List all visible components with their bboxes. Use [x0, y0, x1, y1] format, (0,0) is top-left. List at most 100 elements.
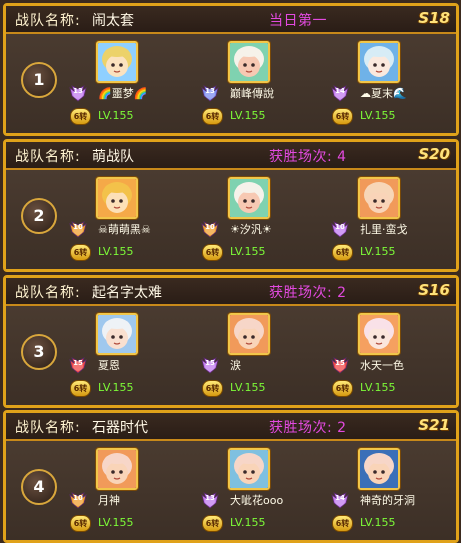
rank-badge-number: 10 — [73, 223, 83, 231]
team-card[interactable]: 战队名称: 萌战队 获胜场次: 4 S20 2 10 ☠萌萌黑☠ 6转 LV.1… — [3, 139, 459, 272]
team-card[interactable]: 战队名称: 石器时代 获胜场次: 2 S21 4 10 月神 6转 LV.155 — [3, 410, 459, 543]
team-body: 2 10 ☠萌萌黑☠ 6转 LV.155 10 ☀汐汎☀ 6转 LV.155 1… — [6, 170, 456, 269]
team-member[interactable]: 15 涙 6转 LV.155 — [200, 306, 340, 406]
team-member[interactable]: 10 ☠萌萌黑☠ 6转 LV.155 — [68, 170, 208, 270]
member-name: 涙 — [230, 359, 241, 372]
team-header: 战队名称: 闹太套 当日第一 S18 — [6, 6, 456, 34]
team-body: 1 13 🌈噩梦🌈 6转 LV.155 13 巅峰傳說 6转 LV.155 14… — [6, 34, 456, 133]
rank-medal: 4 — [21, 469, 57, 505]
team-name: 萌战队 — [92, 149, 134, 165]
member-avatar[interactable] — [358, 41, 400, 83]
team-name-label: 战队名称: — [15, 13, 81, 29]
team-card[interactable]: 战队名称: 闹太套 当日第一 S18 1 13 🌈噩梦🌈 6转 LV.155 1… — [3, 3, 459, 136]
rank-medal: 2 — [21, 198, 57, 234]
rank-badge-number: 10 — [73, 494, 83, 502]
rebirth-badge: 6转 — [70, 515, 91, 532]
team-status: 获胜场次: 2 — [269, 420, 347, 436]
member-name: ☁夏末🌊 — [360, 87, 407, 100]
member-level: LV.155 — [98, 109, 134, 122]
rank-badge-number: 14 — [335, 494, 345, 502]
team-name-label: 战队名称: — [15, 149, 81, 165]
member-name: 巅峰傳說 — [230, 87, 274, 100]
member-name: 水天一色 — [360, 359, 404, 372]
rank-badge-number: 14 — [335, 87, 345, 95]
member-avatar[interactable] — [228, 177, 270, 219]
rank-badge-number: 15 — [73, 359, 83, 367]
team-member[interactable]: 10 月神 6转 LV.155 — [68, 441, 208, 541]
rebirth-badge: 6转 — [332, 244, 353, 261]
rebirth-badge: 6转 — [202, 244, 223, 261]
team-status: 获胜场次: 4 — [269, 149, 347, 165]
season-tag: S16 — [418, 281, 450, 299]
member-name: 夏恩 — [98, 359, 120, 372]
member-level: LV.155 — [360, 516, 396, 529]
member-level: LV.155 — [360, 109, 396, 122]
member-avatar[interactable] — [96, 313, 138, 355]
team-member[interactable]: 13 🌈噩梦🌈 6转 LV.155 — [68, 34, 208, 134]
team-member[interactable]: 13 大呲花ooo 6转 LV.155 — [200, 441, 340, 541]
member-name: 月神 — [98, 494, 120, 507]
rank-badge-number: 15 — [205, 359, 215, 367]
team-member[interactable]: 14 ☁夏末🌊 6转 LV.155 — [330, 34, 461, 134]
member-level: LV.155 — [98, 516, 134, 529]
member-level: LV.155 — [230, 516, 266, 529]
member-name: 大呲花ooo — [230, 494, 284, 507]
team-name: 石器时代 — [92, 420, 148, 436]
rank-badge-number: 10 — [335, 223, 345, 231]
team-header: 战队名称: 石器时代 获胜场次: 2 S21 — [6, 413, 456, 441]
team-member[interactable]: 10 扎里·蛮戈 6转 LV.155 — [330, 170, 461, 270]
team-header: 战队名称: 起名字太难 获胜场次: 2 S16 — [6, 278, 456, 306]
member-avatar[interactable] — [96, 177, 138, 219]
member-name: ☀汐汎☀ — [230, 223, 272, 236]
rebirth-badge: 6转 — [202, 380, 223, 397]
member-avatar[interactable] — [228, 41, 270, 83]
member-avatar[interactable] — [358, 448, 400, 490]
team-body: 4 10 月神 6转 LV.155 13 大呲花ooo 6转 LV.155 14… — [6, 441, 456, 540]
team-member[interactable]: 14 神奇的牙洞 6转 LV.155 — [330, 441, 461, 541]
rebirth-badge: 6转 — [70, 244, 91, 261]
member-name: ☠萌萌黑☠ — [98, 223, 151, 236]
team-member[interactable]: 15 夏恩 6转 LV.155 — [68, 306, 208, 406]
rebirth-badge: 6转 — [202, 108, 223, 125]
rebirth-badge: 6转 — [332, 515, 353, 532]
member-avatar[interactable] — [358, 313, 400, 355]
team-header: 战队名称: 萌战队 获胜场次: 4 S20 — [6, 142, 456, 170]
team-status: 获胜场次: 2 — [269, 285, 347, 301]
team-member[interactable]: 15 水天一色 6转 LV.155 — [330, 306, 461, 406]
team-name: 闹太套 — [92, 13, 134, 29]
member-avatar[interactable] — [96, 41, 138, 83]
member-name: 神奇的牙洞 — [360, 494, 415, 507]
member-avatar[interactable] — [228, 448, 270, 490]
member-avatar[interactable] — [96, 448, 138, 490]
rebirth-badge: 6转 — [202, 515, 223, 532]
rank-badge-number: 13 — [205, 494, 215, 502]
rebirth-badge: 6转 — [332, 108, 353, 125]
rank-badge-number: 10 — [205, 223, 215, 231]
season-tag: S20 — [418, 145, 450, 163]
member-level: LV.155 — [230, 381, 266, 394]
rank-badge-number: 13 — [205, 87, 215, 95]
rank-medal: 3 — [21, 334, 57, 370]
team-body: 3 15 夏恩 6转 LV.155 15 涙 6转 LV.155 15 水天一色… — [6, 306, 456, 405]
team-card[interactable]: 战队名称: 起名字太难 获胜场次: 2 S16 3 15 夏恩 6转 LV.15… — [3, 275, 459, 408]
team-member[interactable]: 13 巅峰傳說 6转 LV.155 — [200, 34, 340, 134]
member-level: LV.155 — [230, 109, 266, 122]
team-member[interactable]: 10 ☀汐汎☀ 6转 LV.155 — [200, 170, 340, 270]
season-tag: S18 — [418, 9, 450, 27]
member-level: LV.155 — [360, 381, 396, 394]
rebirth-badge: 6转 — [70, 380, 91, 397]
rank-medal: 1 — [21, 62, 57, 98]
member-level: LV.155 — [98, 381, 134, 394]
rank-badge-number: 13 — [73, 87, 83, 95]
member-level: LV.155 — [360, 245, 396, 258]
member-avatar[interactable] — [228, 313, 270, 355]
team-name-label: 战队名称: — [15, 285, 81, 301]
team-status: 当日第一 — [269, 13, 327, 29]
season-tag: S21 — [418, 416, 450, 434]
rebirth-badge: 6转 — [70, 108, 91, 125]
team-name: 起名字太难 — [92, 285, 162, 301]
rank-badge-number: 15 — [335, 359, 345, 367]
rebirth-badge: 6转 — [332, 380, 353, 397]
member-avatar[interactable] — [358, 177, 400, 219]
member-level: LV.155 — [98, 245, 134, 258]
